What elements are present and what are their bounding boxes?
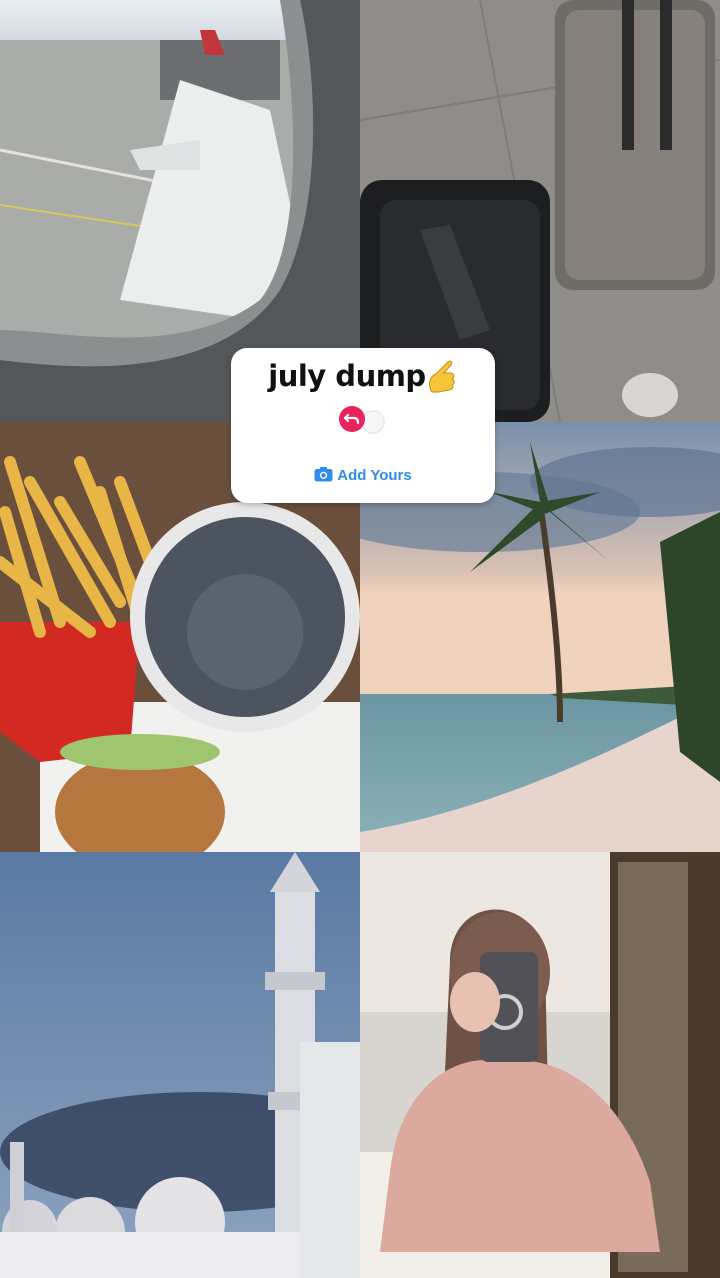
add-yours-label: Add Yours <box>337 467 412 484</box>
avatar <box>339 406 365 432</box>
reply-arrow-icon <box>343 413 360 425</box>
sticker-title: july dump <box>231 358 495 394</box>
camera-icon <box>314 466 333 482</box>
sticker-title-text: july dump <box>268 359 426 393</box>
participant-avatars[interactable] <box>339 406 399 434</box>
mirror-selfie-photo <box>360 852 720 1278</box>
mosque-photo <box>0 852 360 1278</box>
photo-collage <box>0 0 720 1278</box>
add-yours-sticker[interactable]: july dump Add Yours <box>231 348 495 503</box>
pointing-hand-icon <box>426 358 458 394</box>
add-yours-button[interactable]: Add Yours <box>231 466 495 484</box>
